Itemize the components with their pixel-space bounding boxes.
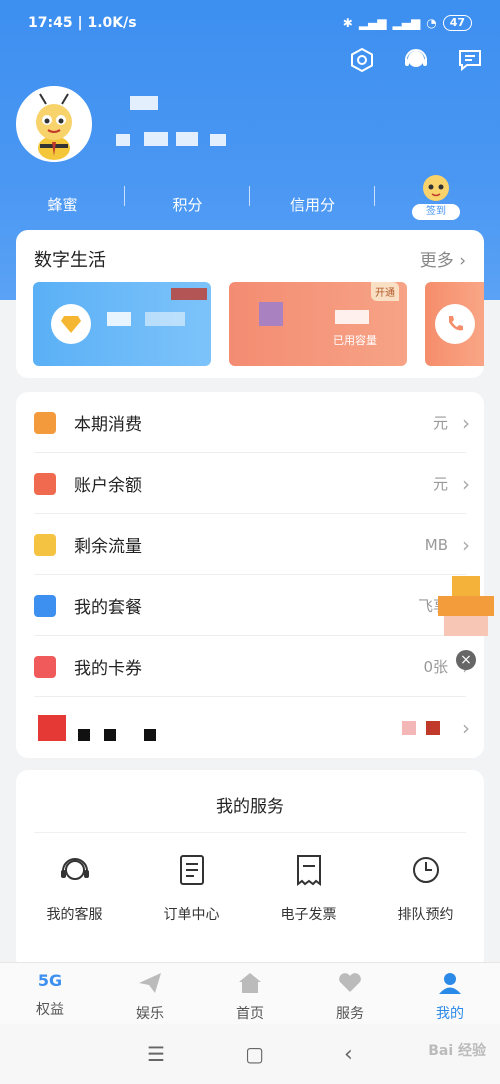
clock-icon bbox=[412, 857, 439, 883]
chevron-right-icon: › bbox=[462, 410, 470, 435]
menu-row-data[interactable]: 剩余流量 MB › bbox=[16, 514, 484, 575]
chevron-right-icon: › bbox=[462, 715, 470, 740]
home-square-icon[interactable]: ▢ bbox=[245, 1042, 264, 1066]
menu-row-coupons[interactable]: 我的卡券 0张 › bbox=[16, 636, 484, 697]
my-services-card: 我的服务 我的客服 订单中心 电子发票 排队预约 bbox=[16, 770, 484, 970]
wifi-icon: ◔ bbox=[426, 16, 437, 30]
paper-plane-icon bbox=[139, 973, 161, 993]
chevron-right-icon: › bbox=[462, 471, 470, 496]
bee-mascot-icon bbox=[36, 93, 72, 160]
signal-icon: ▂▄▆ bbox=[358, 16, 387, 30]
floating-mosaic[interactable] bbox=[438, 576, 494, 636]
status-time: 17:45 bbox=[28, 15, 73, 31]
system-navbar: ☰ ▢ ‹ bbox=[0, 1024, 500, 1084]
digital-tile-1[interactable] bbox=[33, 282, 211, 366]
account-menu: 本期消费 元 › 账户余额 元 › 剩余流量 MB › 我的套餐 飞享 › 我的… bbox=[16, 392, 484, 758]
service-order-center[interactable]: 订单中心 bbox=[133, 852, 250, 924]
digital-life-title: 数字生活 bbox=[34, 250, 106, 271]
menu-row-balance[interactable]: 账户余额 元 › bbox=[16, 453, 484, 514]
tab-home[interactable]: 首页 bbox=[200, 963, 300, 1024]
digital-life-card: 数字生活 更多 › 开通 已用容量 bbox=[16, 230, 484, 378]
5g-icon: 5G bbox=[37, 971, 63, 990]
wallet-icon bbox=[34, 472, 56, 495]
order-list-icon bbox=[179, 855, 204, 885]
username-masked bbox=[116, 96, 236, 156]
user-icon bbox=[439, 973, 461, 994]
battery-icon: 47 bbox=[442, 15, 472, 31]
menu-row-plan[interactable]: 我的套餐 飞享 › bbox=[16, 575, 484, 636]
services-title: 我的服务 bbox=[216, 797, 284, 817]
digital-life-more[interactable]: 更多 › bbox=[420, 246, 466, 271]
bottom-tabbar: 5G 权益 娱乐 首页 服务 我的 bbox=[0, 962, 500, 1024]
digital-tile-2[interactable]: 开通 已用容量 bbox=[229, 282, 407, 366]
watermark: Bai 经验 bbox=[428, 1043, 486, 1059]
tab-services[interactable]: 服务 bbox=[300, 963, 400, 1024]
menu-icon[interactable]: ☰ bbox=[147, 1042, 165, 1066]
bee-sign-icon bbox=[423, 175, 449, 201]
avatar[interactable] bbox=[16, 86, 92, 162]
bookmark-star-icon bbox=[34, 594, 56, 617]
close-icon[interactable]: × bbox=[456, 650, 476, 670]
tab-mine[interactable]: 我的 bbox=[400, 963, 500, 1024]
service-customer-service[interactable]: 我的客服 bbox=[16, 852, 133, 924]
phone-icon bbox=[435, 304, 475, 344]
stat-credit[interactable]: 信用分 bbox=[250, 176, 375, 226]
tile-used-capacity: 已用容量 bbox=[333, 334, 377, 347]
customer-service-icon[interactable] bbox=[400, 44, 432, 76]
masked-icon bbox=[38, 715, 66, 741]
menu-row-masked[interactable]: › bbox=[16, 697, 484, 758]
tab-entertainment[interactable]: 娱乐 bbox=[100, 963, 200, 1024]
home-icon bbox=[239, 973, 261, 993]
chevron-right-icon: › bbox=[462, 532, 470, 557]
data-clock-icon bbox=[34, 533, 56, 556]
status-bar: 17:45 | 1.0K/s ✱ ▂▄▆ ▂▄▆ ◔ 47 bbox=[28, 12, 472, 34]
sign-in-label: 签到 bbox=[412, 204, 460, 220]
back-icon[interactable]: ‹ bbox=[344, 1042, 353, 1067]
service-e-invoice[interactable]: 电子发票 bbox=[250, 852, 367, 924]
menu-row-consumption[interactable]: 本期消费 元 › bbox=[16, 392, 484, 453]
heart-icon bbox=[339, 973, 361, 992]
invoice-icon bbox=[296, 855, 321, 886]
tab-benefits[interactable]: 5G 权益 bbox=[0, 963, 100, 1024]
stat-points[interactable]: 积分 bbox=[125, 176, 250, 226]
stat-honey[interactable]: 蜂蜜 bbox=[0, 176, 125, 226]
headset-icon bbox=[60, 858, 89, 880]
digital-tile-3[interactable] bbox=[425, 282, 484, 366]
tile-tag: 开通 bbox=[371, 282, 399, 301]
message-icon[interactable] bbox=[454, 44, 486, 76]
diamond-icon bbox=[51, 304, 91, 344]
signal-icon-2: ▂▄▆ bbox=[392, 16, 421, 30]
bill-icon bbox=[34, 411, 56, 434]
sign-in-button[interactable]: 签到 bbox=[412, 170, 460, 220]
settings-icon[interactable] bbox=[346, 44, 378, 76]
status-speed: 1.0K/s bbox=[87, 15, 137, 31]
bluetooth-icon: ✱ bbox=[342, 16, 353, 30]
ticket-icon bbox=[34, 655, 56, 678]
service-queue[interactable]: 排队预约 bbox=[367, 852, 484, 924]
